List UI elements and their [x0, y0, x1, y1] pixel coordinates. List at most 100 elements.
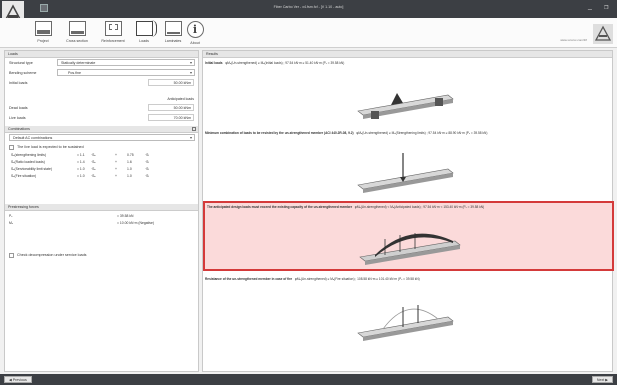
sustained-label: The live load is expected to be sustaine… — [17, 145, 84, 149]
combination-d: 1.0 — [127, 174, 132, 178]
combination-c: + — [115, 167, 117, 171]
combination-a: = 1.4 — [77, 160, 85, 164]
prestress-row: Pₓ = 39.58 kN — [5, 213, 198, 220]
bending-scheme-select[interactable]: Pos.fine — [57, 69, 195, 76]
beam-illustration-icon — [359, 233, 461, 265]
prestress-value: = 39.58 kN — [117, 214, 134, 218]
combinations-section-header: Combinations — [5, 126, 198, 133]
combination-b: ·Sₑ — [91, 153, 96, 157]
combination-c: + — [115, 160, 117, 164]
sustained-checkbox[interactable] — [9, 145, 14, 150]
combination-d: 0.75 — [127, 153, 134, 157]
brand-logo-icon — [593, 24, 613, 44]
result-card-minimum-combination: Minimum combination of loads to be resis… — [203, 129, 614, 201]
result-text: The anticipated design loads must exceed… — [207, 205, 485, 209]
combination-row: Sₑ(Serviceability limit state) = 1.0 ·Sₑ +1… — [5, 166, 198, 173]
info-icon: i — [186, 21, 204, 38]
combination-b: ·Sₑ — [91, 167, 96, 171]
results-panel: Results Initial loads φMₙ(Un-strengthene… — [202, 50, 614, 372]
beam-illustration-icon — [357, 93, 454, 119]
combination-a: = 1.0 — [77, 174, 85, 178]
live-loads-label: Live loads — [9, 116, 26, 120]
combination-name: Sₑ(Ratio loaded loads) — [11, 160, 45, 164]
combination-d: 1.6 — [127, 160, 132, 164]
prestress-row: Mₓ = 10.00 kN·m (Negative) — [5, 220, 198, 227]
initial-loads-input[interactable]: 50.00 kNm — [148, 79, 194, 86]
anticipated-loads-label: Anticipated loads — [167, 97, 194, 101]
combination-row: Sₑ(strengthening limits) = 1.1 ·Sₑ +0.75 ·Sₗ — [5, 152, 198, 159]
tab-cross-section-label: Cross section — [66, 39, 88, 43]
combination-name: Sₑ(Fire situation) — [11, 174, 37, 178]
combination-b: ·Sₑ — [91, 160, 96, 164]
combinations-select[interactable]: Default AC combinations — [9, 134, 195, 141]
beam-illustration-icon — [357, 153, 454, 193]
combination-e: ·Sₗ — [145, 174, 149, 178]
tab-about-label: About — [190, 41, 200, 45]
tab-loads[interactable]: Loads — [129, 20, 159, 43]
restore-button[interactable]: ❐ — [604, 5, 608, 11]
prestress-section-header: Prestressing forces — [5, 204, 198, 211]
result-text: Minimum combination of loads to be resis… — [205, 131, 488, 135]
tab-about[interactable]: i About — [180, 21, 210, 45]
loads-section-header: Loads — [5, 51, 198, 58]
prestress-name: Pₓ — [9, 214, 13, 218]
laminates-icon — [164, 21, 182, 36]
result-card-initial: Initial loads φMₙ(Un-strengthened) ≥ Mₙ(… — [203, 59, 614, 125]
combination-a: = 1.1 — [77, 153, 85, 157]
combination-e: ·Sₗ — [145, 160, 149, 164]
tab-reinforcement-label: Reinforcement — [101, 39, 125, 43]
result-text: Initial loads φMₙ(Un-strengthened) ≥ Mₙ(… — [205, 61, 345, 65]
combination-c: + — [115, 174, 117, 178]
minimize-button[interactable]: _ — [588, 3, 592, 10]
combination-name: Sₑ(Serviceability limit state) — [11, 167, 53, 171]
combination-name: Sₑ(strengthening limits) — [11, 153, 46, 157]
prestress-list: Pₓ = 39.58 kN Mₓ = 10.00 kN·m (Negative) — [5, 211, 198, 227]
loads-icon — [135, 20, 157, 37]
combination-b: ·Sₑ — [91, 174, 96, 178]
decompression-label: Check decompression under service loads — [17, 253, 87, 257]
combination-e: ·Sₗ — [145, 167, 149, 171]
combination-c: + — [115, 153, 117, 157]
tab-reinforcement[interactable]: Reinforcement — [98, 21, 128, 43]
bending-scheme-label: Bending scheme — [9, 71, 37, 75]
brand-url: www.xxxxxx.com/fcf — [560, 38, 587, 42]
dead-loads-label: Dead loads — [9, 106, 28, 110]
bottom-bar: ◀ Previous Next ▶ — [0, 374, 617, 385]
result-card-anticipated-loads: The anticipated design loads must exceed… — [203, 201, 614, 271]
collapse-icon[interactable] — [192, 127, 196, 131]
prestress-name: Mₓ — [9, 221, 13, 225]
project-icon — [34, 21, 52, 36]
structural-type-label: Structural type — [9, 61, 33, 65]
title-bar: Fiber Carbo Ver - x4.fsm.fcf - [V 1.10 -… — [0, 0, 617, 37]
tab-project[interactable]: Project — [28, 21, 58, 43]
combination-d: 1.0 — [127, 167, 132, 171]
results-header: Results — [203, 51, 612, 58]
tab-cross-section[interactable]: Cross section — [62, 21, 92, 43]
previous-label: Previous — [12, 378, 27, 382]
dead-loads-input[interactable]: 50.00 kNm — [148, 104, 194, 111]
next-button[interactable]: Next ▶ — [591, 376, 613, 383]
toolbar: Project Cross section Reinforcement Load… — [0, 18, 617, 48]
combinations-title: Combinations — [8, 127, 30, 131]
window-title: Fiber Carbo Ver - x4.fsm.fcf - [V 1.10 -… — [273, 5, 344, 9]
combination-list: Sₑ(strengthening limits) = 1.1 ·Sₑ +0.75 ·Sₗ… — [5, 152, 198, 180]
result-text: Resistance of the un-strengthened member… — [205, 277, 420, 281]
tab-loads-label: Loads — [139, 39, 149, 43]
structural-type-select[interactable]: Statically determinate — [57, 59, 195, 66]
live-loads-input[interactable]: 70.00 kNm — [148, 114, 194, 121]
arrow-right-icon: ▶ — [604, 378, 608, 382]
tab-project-label: Project — [37, 39, 49, 43]
cross-section-icon — [68, 21, 86, 36]
combination-a: = 1.0 — [77, 167, 85, 171]
result-card-fire: Resistance of the un-strengthened member… — [203, 275, 614, 371]
previous-button[interactable]: ◀ Previous — [4, 376, 32, 383]
combination-row: Sₑ(Ratio loaded loads) = 1.4 ·Sₑ +1.6 ·Sₗ — [5, 159, 198, 166]
combination-row: Sₑ(Fire situation) = 1.0 ·Sₑ +1.0 ·Sₗ — [5, 173, 198, 180]
combination-e: ·Sₗ — [145, 153, 149, 157]
initial-loads-label: Initial loads — [9, 81, 28, 85]
prestress-value: = 10.00 kN·m (Negative) — [117, 221, 155, 225]
reinforcement-icon — [104, 21, 122, 36]
input-panel: Loads Structural type Statically determi… — [4, 50, 199, 372]
beam-illustration-icon — [357, 305, 454, 341]
decompression-checkbox[interactable] — [9, 253, 14, 258]
